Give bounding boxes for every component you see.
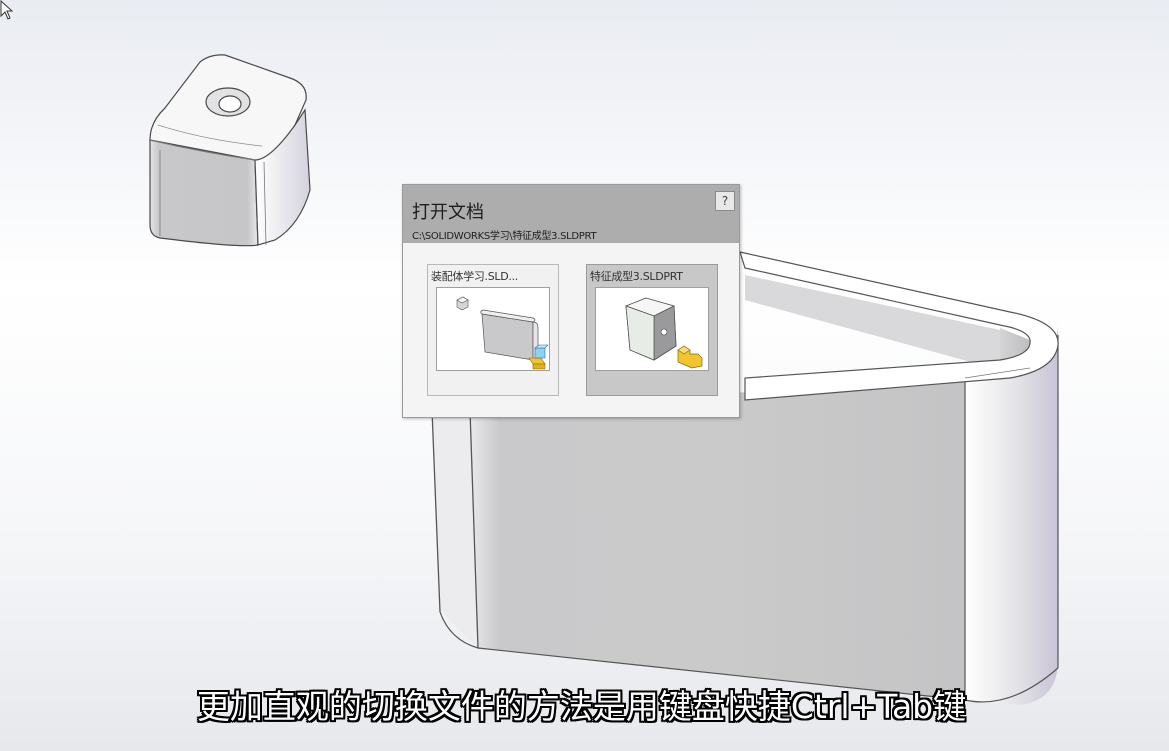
- assembly-thumbnail: [436, 287, 550, 371]
- part-document-icon: [624, 297, 703, 369]
- cube-part: [149, 54, 311, 247]
- assembly-document-icon: [456, 296, 549, 370]
- document-card-assembly[interactable]: 装配体学习.SLD...: [427, 264, 559, 396]
- dialog-title: 打开文档: [412, 202, 484, 223]
- mouse-cursor-icon: [0, 0, 14, 20]
- dialog-header: 打开文档 C:\SOLIDWORKS学习\特征成型3.SLDPRT ?: [403, 185, 739, 243]
- help-button[interactable]: ?: [715, 191, 735, 211]
- part-thumbnail: [595, 287, 709, 371]
- open-documents-dialog: 打开文档 C:\SOLIDWORKS学习\特征成型3.SLDPRT ? 装配体学…: [402, 184, 740, 418]
- document-card-part[interactable]: 特征成型3.SLDPRT: [586, 264, 718, 396]
- document-card-label: 装配体学习.SLD...: [431, 270, 518, 283]
- document-card-label: 特征成型3.SLDPRT: [590, 270, 683, 283]
- video-subtitle: 更加直观的切换文件的方法是用键盘快捷Ctrl+Tab键: [196, 687, 967, 726]
- active-document-path: C:\SOLIDWORKS学习\特征成型3.SLDPRT: [412, 231, 597, 242]
